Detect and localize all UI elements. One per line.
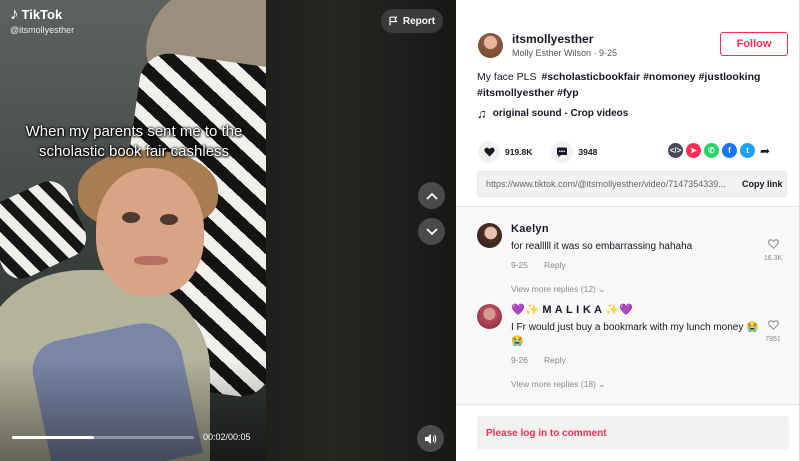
comment-avatar[interactable] bbox=[477, 304, 502, 329]
comment-author[interactable]: Kaelyn bbox=[511, 223, 761, 236]
comment-like-button[interactable]: 16.3K bbox=[763, 236, 783, 262]
volume-button[interactable] bbox=[417, 425, 444, 452]
music-link[interactable]: ♫ original sound - Crop videos bbox=[477, 106, 628, 121]
author-info[interactable]: itsmollyesther Molly Esther Wilson · 9-2… bbox=[478, 32, 617, 58]
comments-list[interactable]: Kaelyn for realllll it was so embarrassi… bbox=[456, 206, 799, 404]
speaker-icon bbox=[425, 433, 437, 444]
video-frame[interactable]: When my parents sent me to the scholasti… bbox=[0, 0, 266, 461]
details-panel: itsmollyesther Molly Esther Wilson · 9-2… bbox=[456, 0, 800, 461]
brand[interactable]: ♪ TikTok @itsmollyesther bbox=[10, 4, 75, 36]
chevron-down-icon: ⌄ bbox=[598, 284, 606, 294]
hashtag-link[interactable]: #fyp bbox=[557, 87, 579, 99]
whatsapp-icon[interactable]: ✆ bbox=[704, 143, 719, 158]
like-count: 919.8K bbox=[505, 147, 533, 157]
person-eye-left bbox=[122, 212, 140, 223]
person-mouth bbox=[134, 256, 168, 265]
comment-date: 9-25 bbox=[511, 260, 529, 270]
author-subtitle: Molly Esther Wilson · 9-25 bbox=[512, 48, 618, 58]
video-progress-bar[interactable] bbox=[12, 436, 194, 439]
comment-author[interactable]: 💜✨ M A L I K A ✨💜 bbox=[511, 304, 761, 317]
facebook-icon[interactable]: f bbox=[722, 143, 737, 158]
next-video-button[interactable] bbox=[418, 218, 445, 245]
post-description: My face PLS #scholasticbookfair #nomoney #… bbox=[477, 69, 782, 101]
view-more-replies-label: View more replies (18) bbox=[511, 379, 596, 389]
comment-like-count: 16.3K bbox=[763, 255, 783, 262]
follow-button[interactable]: Follow bbox=[720, 32, 788, 56]
comment-date: 9-26 bbox=[511, 355, 529, 365]
brand-name: TikTok bbox=[21, 6, 63, 22]
copy-link-box[interactable]: https://www.tiktok.com/@itsmollyesther/v… bbox=[477, 171, 787, 197]
brand-handle: @itsmollyesther bbox=[10, 25, 75, 35]
reply-button[interactable]: Reply bbox=[544, 355, 566, 365]
chevron-down-icon bbox=[425, 227, 438, 235]
hashtag-link[interactable]: #nomoney bbox=[643, 71, 696, 83]
telegram-icon[interactable]: ➤ bbox=[686, 143, 701, 158]
comment-button[interactable] bbox=[551, 141, 574, 163]
login-prompt[interactable]: Please log in to comment bbox=[486, 428, 607, 439]
author-username[interactable]: itsmollyesther bbox=[512, 32, 617, 46]
share-arrow-icon[interactable]: ➦ bbox=[758, 144, 772, 158]
author-avatar[interactable] bbox=[478, 32, 503, 58]
copy-link-button[interactable]: Copy link bbox=[742, 179, 783, 189]
hashtag-link[interactable]: #itsmollyesther bbox=[477, 87, 554, 99]
divider bbox=[456, 404, 799, 405]
view-more-replies-button[interactable]: View more replies (18) ⌄ bbox=[511, 379, 761, 390]
video-url: https://www.tiktok.com/@itsmollyesther/v… bbox=[486, 179, 726, 189]
comment-bubble-icon bbox=[557, 147, 568, 157]
report-button[interactable]: Report bbox=[381, 9, 443, 33]
embed-icon[interactable]: </> bbox=[668, 143, 683, 158]
person-face bbox=[96, 168, 204, 296]
comment-avatar[interactable] bbox=[477, 223, 502, 248]
reply-button[interactable]: Reply bbox=[544, 260, 566, 270]
hashtag-link[interactable]: #scholasticbookfair bbox=[541, 71, 640, 83]
chevron-up-icon bbox=[425, 192, 438, 200]
report-label: Report bbox=[402, 15, 436, 27]
previous-video-button[interactable] bbox=[418, 182, 445, 209]
comment-text: for realllll it was so embarrassing haha… bbox=[511, 241, 693, 252]
video-caption: When my parents sent me to the scholasti… bbox=[25, 123, 243, 160]
twitter-icon[interactable]: t bbox=[740, 143, 755, 158]
comment-like-count: 7951 bbox=[765, 336, 781, 343]
comment-like-button[interactable]: 7951 bbox=[763, 317, 783, 343]
like-button[interactable] bbox=[478, 141, 500, 163]
heart-outline-icon bbox=[767, 239, 779, 249]
post-description-text: My face PLS bbox=[477, 71, 537, 83]
video-progress-fill bbox=[12, 436, 94, 439]
comment-count: 3948 bbox=[578, 147, 598, 157]
video-bottom-shade bbox=[0, 360, 266, 461]
engagement-stats: 919.8K 3948 bbox=[478, 141, 597, 163]
flag-icon bbox=[389, 16, 398, 26]
view-more-replies-button[interactable]: View more replies (12) ⌄ bbox=[511, 284, 761, 295]
video-time: 00:02/00:05 bbox=[203, 432, 251, 442]
tiktok-logo-icon: ♪ bbox=[10, 4, 19, 23]
person-eye-right bbox=[160, 214, 178, 225]
view-more-replies-label: View more replies (12) bbox=[511, 284, 596, 294]
video-player[interactable]: When my parents sent me to the scholasti… bbox=[0, 0, 456, 461]
chevron-down-icon: ⌄ bbox=[598, 379, 606, 389]
heart-outline-icon bbox=[767, 320, 779, 330]
music-note-icon: ♫ bbox=[477, 106, 487, 121]
login-to-comment-bar[interactable]: Please log in to comment bbox=[477, 416, 789, 450]
share-bar: </> ➤ ✆ f t ➦ bbox=[668, 143, 772, 158]
hashtag-link[interactable]: #justlooking bbox=[699, 71, 761, 83]
comment-text: I Fr would just buy a bookmark with my l… bbox=[511, 322, 759, 347]
heart-icon bbox=[483, 147, 495, 157]
music-title: original sound - Crop videos bbox=[492, 108, 629, 119]
